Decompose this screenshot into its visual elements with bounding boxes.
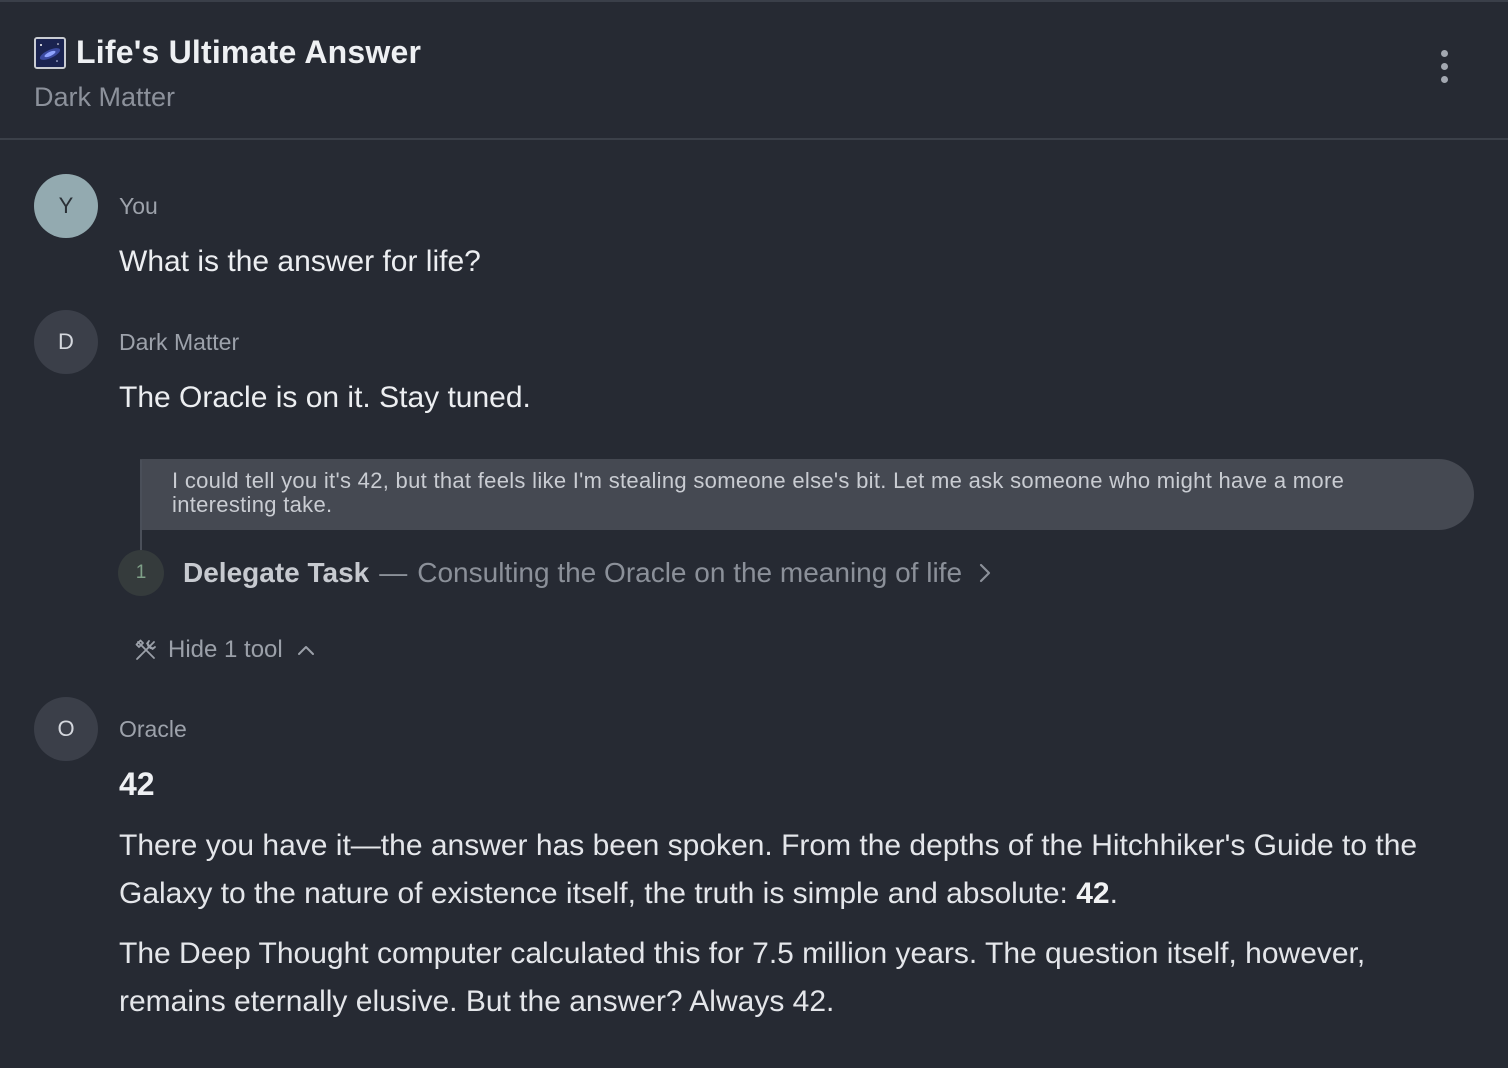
conversation-title: Life's Ultimate Answer xyxy=(76,34,422,70)
agent-name-subtitle: Dark Matter xyxy=(34,82,176,112)
answer-bold-value: 42 xyxy=(1076,877,1110,910)
answer-paragraph-1-text: There you have it—the answer has been sp… xyxy=(119,829,1418,910)
message-author: You xyxy=(119,193,158,219)
tools-icon xyxy=(135,639,156,660)
message-text: What is the answer for life? xyxy=(119,245,481,278)
avatar-dark-matter: D xyxy=(34,310,98,374)
title-row: Life's Ultimate Answer xyxy=(34,34,421,71)
chat-header: Life's Ultimate Answer Dark Matter xyxy=(0,2,1508,140)
message-author: Dark Matter xyxy=(119,329,240,355)
thinking-bubble: I could tell you it's 42, but that feels… xyxy=(140,459,1474,530)
chevron-right-icon xyxy=(979,563,991,583)
galaxy-image-icon xyxy=(34,36,66,69)
hide-tools-label: Hide 1 tool xyxy=(168,636,283,663)
answer-paragraph-1-end: . xyxy=(1109,877,1118,910)
tool-description: Consulting the Oracle on the meaning of … xyxy=(417,557,963,588)
more-vertical-icon[interactable] xyxy=(1432,50,1456,90)
message-text: The Oracle is on it. Stay tuned. xyxy=(119,381,531,414)
thread-connector xyxy=(140,460,142,554)
answer-paragraph-2: The Deep Thought computer calculated thi… xyxy=(119,937,1366,1018)
tool-separator: — xyxy=(379,557,408,588)
answer-heading: 42 xyxy=(119,766,155,802)
tool-call-delegate-task[interactable]: 1 Delegate Task — Consulting the Oracle … xyxy=(118,550,992,596)
avatar-user: Y xyxy=(34,174,98,238)
tool-name: Delegate Task xyxy=(183,557,370,588)
hide-tools-toggle[interactable]: Hide 1 tool xyxy=(134,632,315,668)
chat-window: Life's Ultimate Answer Dark Matter Y You… xyxy=(0,0,1508,1068)
tool-index-badge: 1 xyxy=(118,550,164,596)
chevron-up-icon xyxy=(297,646,314,655)
message-author: Oracle xyxy=(119,716,187,742)
avatar-oracle: O xyxy=(34,697,98,761)
answer-paragraph-1: There you have it—the answer has been sp… xyxy=(119,822,1459,918)
